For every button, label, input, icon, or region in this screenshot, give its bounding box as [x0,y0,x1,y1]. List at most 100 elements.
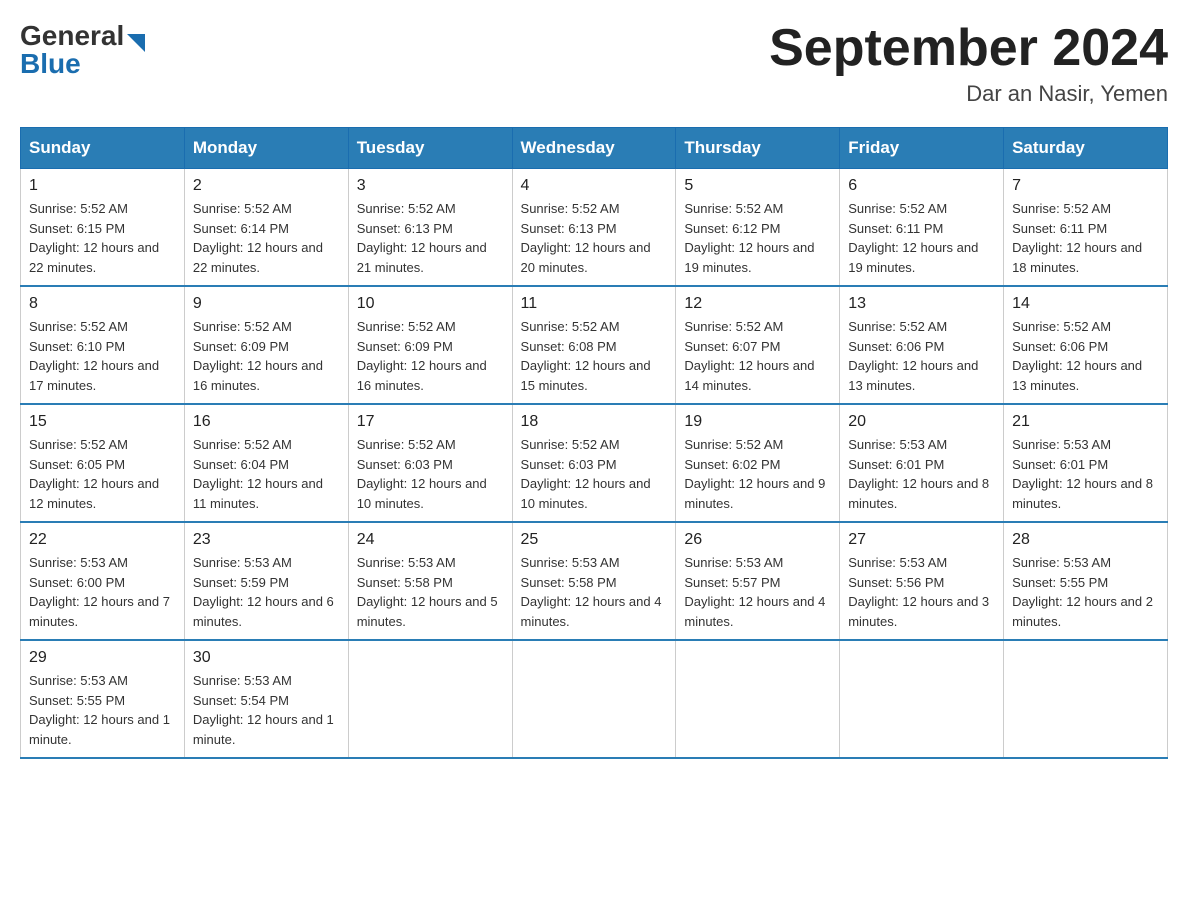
header-thursday: Thursday [676,128,840,169]
day-info: Sunrise: 5:52 AMSunset: 6:06 PMDaylight:… [1012,319,1142,393]
calendar-cell: 20 Sunrise: 5:53 AMSunset: 6:01 PMDaylig… [840,404,1004,522]
day-number: 10 [357,295,504,313]
day-number: 1 [29,177,176,195]
day-info: Sunrise: 5:52 AMSunset: 6:13 PMDaylight:… [521,201,651,275]
day-number: 11 [521,295,668,313]
day-number: 30 [193,649,340,667]
calendar-cell: 24 Sunrise: 5:53 AMSunset: 5:58 PMDaylig… [348,522,512,640]
calendar-cell: 3 Sunrise: 5:52 AMSunset: 6:13 PMDayligh… [348,169,512,287]
day-number: 5 [684,177,831,195]
calendar-cell: 1 Sunrise: 5:52 AMSunset: 6:15 PMDayligh… [21,169,185,287]
day-number: 14 [1012,295,1159,313]
day-number: 12 [684,295,831,313]
logo-blue-text: Blue [20,48,145,80]
calendar-cell: 2 Sunrise: 5:52 AMSunset: 6:14 PMDayligh… [184,169,348,287]
week-row-2: 15 Sunrise: 5:52 AMSunset: 6:05 PMDaylig… [21,404,1168,522]
title-block: September 2024 Dar an Nasir, Yemen [769,20,1168,107]
calendar-cell: 16 Sunrise: 5:52 AMSunset: 6:04 PMDaylig… [184,404,348,522]
header-sunday: Sunday [21,128,185,169]
day-info: Sunrise: 5:52 AMSunset: 6:15 PMDaylight:… [29,201,159,275]
day-info: Sunrise: 5:52 AMSunset: 6:14 PMDaylight:… [193,201,323,275]
calendar-cell: 28 Sunrise: 5:53 AMSunset: 5:55 PMDaylig… [1004,522,1168,640]
day-number: 24 [357,531,504,549]
day-number: 28 [1012,531,1159,549]
day-info: Sunrise: 5:52 AMSunset: 6:05 PMDaylight:… [29,437,159,511]
day-info: Sunrise: 5:53 AMSunset: 5:55 PMDaylight:… [29,673,170,747]
day-info: Sunrise: 5:52 AMSunset: 6:12 PMDaylight:… [684,201,814,275]
header-monday: Monday [184,128,348,169]
day-number: 18 [521,413,668,431]
day-number: 2 [193,177,340,195]
calendar-cell: 25 Sunrise: 5:53 AMSunset: 5:58 PMDaylig… [512,522,676,640]
header-tuesday: Tuesday [348,128,512,169]
calendar-cell: 21 Sunrise: 5:53 AMSunset: 6:01 PMDaylig… [1004,404,1168,522]
day-info: Sunrise: 5:52 AMSunset: 6:11 PMDaylight:… [1012,201,1142,275]
day-info: Sunrise: 5:52 AMSunset: 6:07 PMDaylight:… [684,319,814,393]
calendar-cell: 6 Sunrise: 5:52 AMSunset: 6:11 PMDayligh… [840,169,1004,287]
calendar-cell: 10 Sunrise: 5:52 AMSunset: 6:09 PMDaylig… [348,286,512,404]
header-saturday: Saturday [1004,128,1168,169]
day-number: 22 [29,531,176,549]
header-row: SundayMondayTuesdayWednesdayThursdayFrid… [21,128,1168,169]
day-number: 9 [193,295,340,313]
header-friday: Friday [840,128,1004,169]
day-info: Sunrise: 5:53 AMSunset: 5:54 PMDaylight:… [193,673,334,747]
calendar-cell: 26 Sunrise: 5:53 AMSunset: 5:57 PMDaylig… [676,522,840,640]
calendar-cell: 4 Sunrise: 5:52 AMSunset: 6:13 PMDayligh… [512,169,676,287]
day-number: 20 [848,413,995,431]
day-number: 7 [1012,177,1159,195]
calendar-cell: 7 Sunrise: 5:52 AMSunset: 6:11 PMDayligh… [1004,169,1168,287]
calendar-cell: 14 Sunrise: 5:52 AMSunset: 6:06 PMDaylig… [1004,286,1168,404]
calendar-cell [676,640,840,758]
day-info: Sunrise: 5:52 AMSunset: 6:02 PMDaylight:… [684,437,825,511]
day-number: 16 [193,413,340,431]
calendar-cell: 15 Sunrise: 5:52 AMSunset: 6:05 PMDaylig… [21,404,185,522]
day-info: Sunrise: 5:53 AMSunset: 5:59 PMDaylight:… [193,555,334,629]
week-row-1: 8 Sunrise: 5:52 AMSunset: 6:10 PMDayligh… [21,286,1168,404]
day-info: Sunrise: 5:53 AMSunset: 5:56 PMDaylight:… [848,555,989,629]
day-info: Sunrise: 5:52 AMSunset: 6:11 PMDaylight:… [848,201,978,275]
day-number: 25 [521,531,668,549]
calendar-cell: 27 Sunrise: 5:53 AMSunset: 5:56 PMDaylig… [840,522,1004,640]
calendar-cell: 11 Sunrise: 5:52 AMSunset: 6:08 PMDaylig… [512,286,676,404]
day-info: Sunrise: 5:52 AMSunset: 6:08 PMDaylight:… [521,319,651,393]
calendar-cell: 17 Sunrise: 5:52 AMSunset: 6:03 PMDaylig… [348,404,512,522]
day-info: Sunrise: 5:52 AMSunset: 6:03 PMDaylight:… [357,437,487,511]
day-number: 29 [29,649,176,667]
day-info: Sunrise: 5:52 AMSunset: 6:09 PMDaylight:… [357,319,487,393]
calendar-cell: 13 Sunrise: 5:52 AMSunset: 6:06 PMDaylig… [840,286,1004,404]
day-info: Sunrise: 5:53 AMSunset: 6:01 PMDaylight:… [1012,437,1153,511]
day-number: 8 [29,295,176,313]
calendar-cell [1004,640,1168,758]
day-number: 23 [193,531,340,549]
calendar-cell: 5 Sunrise: 5:52 AMSunset: 6:12 PMDayligh… [676,169,840,287]
calendar-cell: 23 Sunrise: 5:53 AMSunset: 5:59 PMDaylig… [184,522,348,640]
calendar-cell: 12 Sunrise: 5:52 AMSunset: 6:07 PMDaylig… [676,286,840,404]
day-info: Sunrise: 5:53 AMSunset: 5:55 PMDaylight:… [1012,555,1153,629]
header-wednesday: Wednesday [512,128,676,169]
day-number: 3 [357,177,504,195]
day-number: 15 [29,413,176,431]
day-number: 13 [848,295,995,313]
week-row-3: 22 Sunrise: 5:53 AMSunset: 6:00 PMDaylig… [21,522,1168,640]
page-header: General Blue September 2024 Dar an Nasir… [20,20,1168,107]
day-number: 27 [848,531,995,549]
day-number: 26 [684,531,831,549]
day-info: Sunrise: 5:52 AMSunset: 6:09 PMDaylight:… [193,319,323,393]
day-info: Sunrise: 5:53 AMSunset: 6:00 PMDaylight:… [29,555,170,629]
calendar-cell: 22 Sunrise: 5:53 AMSunset: 6:00 PMDaylig… [21,522,185,640]
day-info: Sunrise: 5:52 AMSunset: 6:13 PMDaylight:… [357,201,487,275]
day-info: Sunrise: 5:53 AMSunset: 5:57 PMDaylight:… [684,555,825,629]
day-info: Sunrise: 5:53 AMSunset: 6:01 PMDaylight:… [848,437,989,511]
calendar-cell: 18 Sunrise: 5:52 AMSunset: 6:03 PMDaylig… [512,404,676,522]
calendar-cell: 29 Sunrise: 5:53 AMSunset: 5:55 PMDaylig… [21,640,185,758]
location: Dar an Nasir, Yemen [769,81,1168,107]
calendar-cell [512,640,676,758]
day-info: Sunrise: 5:53 AMSunset: 5:58 PMDaylight:… [521,555,662,629]
day-number: 19 [684,413,831,431]
logo: General Blue [20,20,145,80]
calendar-cell [840,640,1004,758]
day-number: 6 [848,177,995,195]
calendar-cell: 19 Sunrise: 5:52 AMSunset: 6:02 PMDaylig… [676,404,840,522]
day-number: 21 [1012,413,1159,431]
